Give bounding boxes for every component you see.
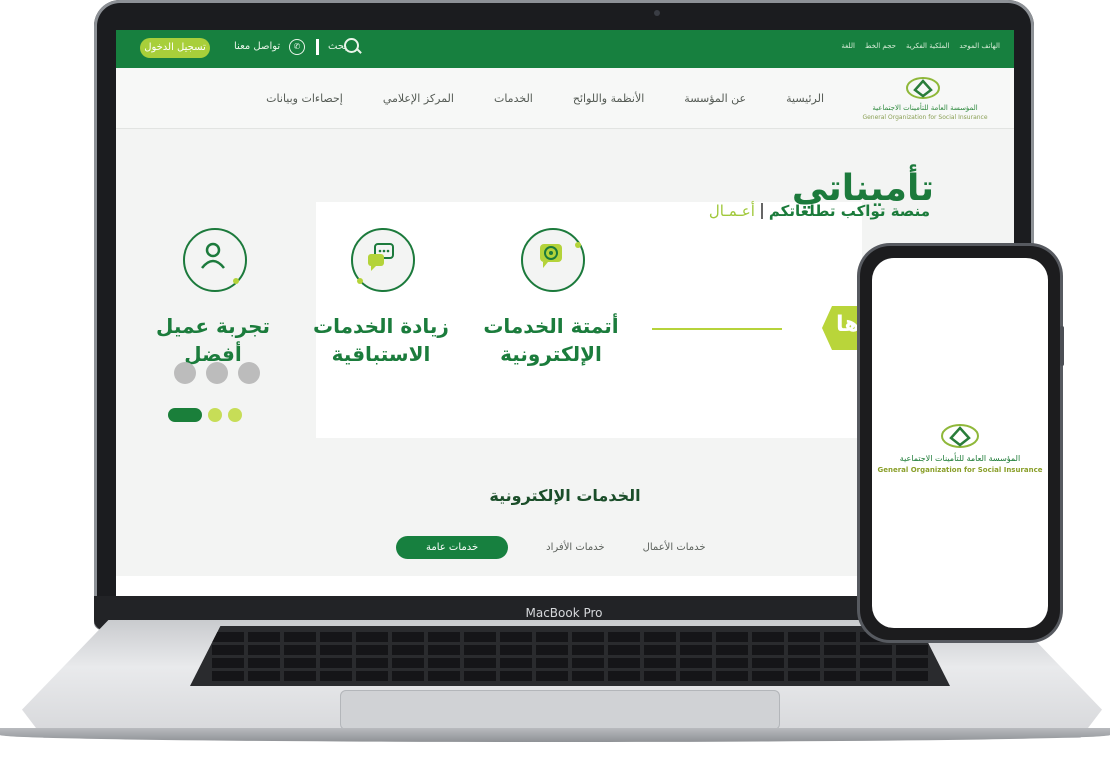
nav-item-regulations[interactable]: الأنظمة واللوائح xyxy=(573,92,644,105)
feature-label-proactive: زيادة الخدمات الاستباقية xyxy=(313,314,449,366)
unified-phone-link[interactable]: الهاتف الموحد xyxy=(959,42,1000,50)
tagline-divider xyxy=(760,203,763,219)
top-bar: تسجيل الدخول تواصل معنا ✆ بحث اللغة حجم … xyxy=(116,30,1014,68)
pagination-dot[interactable] xyxy=(208,408,222,422)
slider-pagination xyxy=(168,408,242,422)
search-icon[interactable] xyxy=(344,38,359,53)
pagination-dot-active[interactable] xyxy=(168,408,202,422)
tab-individual-services[interactable]: خدمات الأفراد xyxy=(546,542,604,553)
pagination-dot[interactable] xyxy=(228,408,242,422)
hero-divider-line xyxy=(652,328,782,330)
top-utility-links: اللغة حجم الخط الملكية الفكرية الهاتف ال… xyxy=(841,42,1000,50)
language-link[interactable]: اللغة xyxy=(841,42,855,50)
phone-side-button xyxy=(1060,326,1064,366)
gosi-logo[interactable]: المؤسسة العامة للتأمينات الاجتماعية Gene… xyxy=(860,76,990,122)
tab-general-services[interactable]: خدمات عامة xyxy=(396,536,509,559)
arrow-tab-text: ها xyxy=(836,312,860,337)
nav-item-about[interactable]: عن المؤسسة xyxy=(684,92,746,105)
nav-item-media[interactable]: المركز الإعلامي xyxy=(383,92,454,105)
gray-dot xyxy=(238,362,260,384)
nav-item-services[interactable]: الخدمات xyxy=(494,92,533,105)
tagline-highlight: أعـمـال xyxy=(708,202,755,220)
phone-icon[interactable]: ✆ xyxy=(289,39,305,55)
main-nav: الرئيسية عن المؤسسة الأنظمة واللوائح الخ… xyxy=(116,68,1014,129)
logo-english-text: General Organization for Social Insuranc… xyxy=(862,114,988,121)
keyboard xyxy=(190,626,950,686)
feature-label-customer: تجربة عميل أفضل xyxy=(155,314,271,366)
chat-bubbles-icon xyxy=(351,228,415,292)
topbar-divider xyxy=(316,39,319,55)
nav-item-home[interactable]: الرئيسية xyxy=(786,92,824,105)
tagline-text: منصة تواكب تطلعاتكم xyxy=(768,202,930,220)
smartphone: المؤسسة العامة للتأمينات الاجتماعية Gene… xyxy=(860,246,1064,640)
feature-label-automation: أتمتة الخدمات الإلكترونية xyxy=(483,314,619,366)
services-tabs: خدمات عامة خدمات الأفراد خدمات الأعمال xyxy=(396,536,706,559)
gosi-logo-icon xyxy=(941,424,979,448)
laptop-base-edge xyxy=(0,728,1110,742)
trackpad xyxy=(340,690,780,730)
gray-dot xyxy=(174,362,196,384)
logo-arabic-text: المؤسسة العامة للتأمينات الاجتماعية xyxy=(872,104,978,112)
gosi-logo-icon xyxy=(906,77,940,99)
tab-business-services[interactable]: خدمات الأعمال xyxy=(643,542,706,553)
gear-chat-icon xyxy=(521,228,585,292)
phone-logo-arabic: المؤسسة العامة للتأمينات الاجتماعية xyxy=(899,454,1021,463)
gray-dots xyxy=(174,362,260,384)
user-icon xyxy=(183,228,247,292)
ip-link[interactable]: الملكية الفكرية xyxy=(906,42,949,50)
nav-items: الرئيسية عن المؤسسة الأنظمة واللوائح الخ… xyxy=(266,68,824,128)
nav-item-statistics[interactable]: إحصاءات وبيانات xyxy=(266,92,343,105)
contact-us-link[interactable]: تواصل معنا xyxy=(234,41,280,52)
font-size-link[interactable]: حجم الخط xyxy=(865,42,896,50)
phone-screen: المؤسسة العامة للتأمينات الاجتماعية Gene… xyxy=(872,258,1048,628)
login-button[interactable]: تسجيل الدخول xyxy=(140,38,210,58)
gray-dot xyxy=(206,362,228,384)
hero-tagline: أعـمـال منصة تواكب تطلعاتكم xyxy=(709,202,930,220)
camera-icon xyxy=(654,10,660,16)
phone-logo-english: General Organization for Social Insuranc… xyxy=(877,466,1043,474)
